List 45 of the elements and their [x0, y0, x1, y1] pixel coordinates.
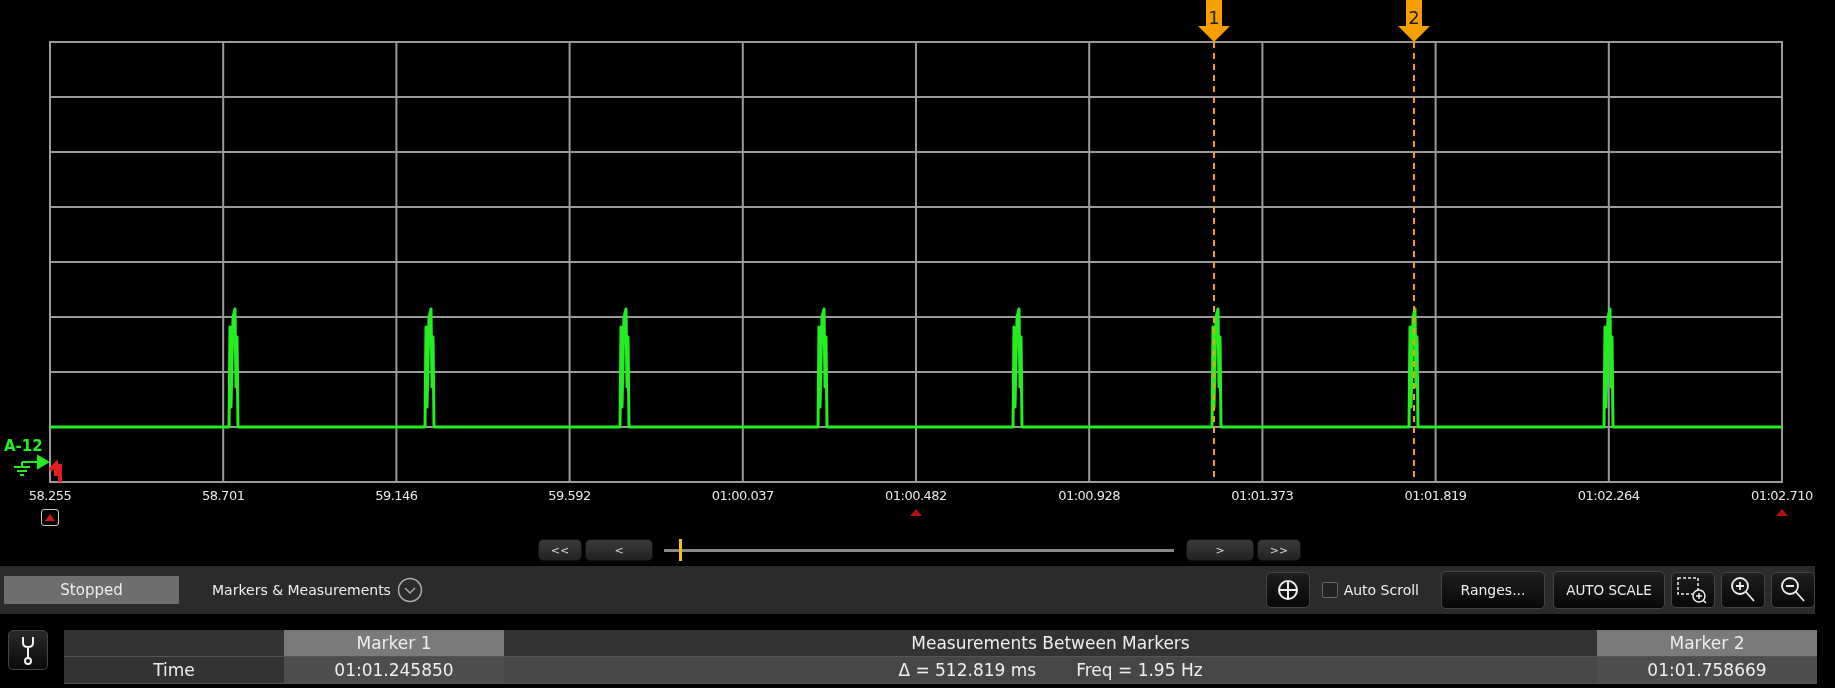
time-tick-label: 59.146: [375, 488, 418, 503]
scroll-back-button[interactable]: <: [585, 539, 653, 561]
time-tick-label: 01:00.482: [884, 488, 947, 503]
trigger-marker-icon: [909, 509, 922, 516]
scroll-forward-button[interactable]: >>: [1257, 539, 1301, 561]
time-tick-label: 01:02.264: [1577, 488, 1640, 503]
time-tick-label: 58.701: [201, 488, 245, 503]
delta-value: Δ = 512.819 ms: [898, 660, 1037, 680]
scroll-forward-button[interactable]: >: [1186, 539, 1254, 561]
auto-scroll-checkbox[interactable]: [1321, 582, 1338, 598]
trigger-marker-icon: [1775, 509, 1788, 516]
crosshair-button[interactable]: [1265, 572, 1310, 608]
time-tick-label: 59.592: [548, 488, 591, 503]
toolbar-button[interactable]: AUTO SCALE: [1553, 571, 1665, 609]
trigger-icon: [48, 459, 62, 484]
crosshair-icon: [1275, 578, 1300, 602]
marker-flag[interactable]: 1: [1198, 0, 1230, 42]
time-tick-label: 58.255: [28, 488, 72, 503]
slider-thumb[interactable]: [679, 539, 683, 561]
time-tick-label: 01:01.373: [1231, 488, 1294, 503]
marker-flag[interactable]: 2: [1398, 0, 1430, 42]
row-label: Time: [64, 657, 284, 683]
time-tick-label: 01:00.928: [1058, 488, 1121, 503]
time-tick-label: 01:01.819: [1404, 488, 1467, 503]
column-header: Marker 1: [284, 630, 504, 656]
time-tick-label: 01:02.710: [1750, 488, 1813, 503]
table-cell: 01:01.758669: [1597, 657, 1817, 683]
scroll-back-button[interactable]: <<: [538, 539, 582, 561]
status-indicator: Stopped: [4, 576, 179, 604]
channel-label: A-12: [4, 437, 43, 455]
chevron-down-icon[interactable]: [396, 577, 423, 603]
panel-toggle[interactable]: Markers & Measurements: [212, 582, 397, 598]
toolbar-button[interactable]: Ranges...: [1441, 571, 1545, 609]
table-cell: 01:01.245850: [284, 657, 504, 683]
zoom-out-button[interactable]: [1771, 572, 1815, 608]
zoom-box-button[interactable]: [1671, 572, 1715, 608]
frequency-value: Freq = 1.95 Hz: [1076, 660, 1203, 680]
column-header: Marker 2: [1597, 630, 1817, 656]
auto-scroll-label: Auto Scroll: [1343, 582, 1419, 598]
time-tick-label: 01:00.037: [711, 488, 774, 503]
column-header: Measurements Between Markers: [504, 630, 1597, 656]
trigger-marker-icon[interactable]: [41, 509, 59, 526]
zoom-in-button[interactable]: [1721, 572, 1765, 608]
ground-icon: [13, 454, 50, 476]
probe-tool-button[interactable]: [8, 630, 48, 670]
